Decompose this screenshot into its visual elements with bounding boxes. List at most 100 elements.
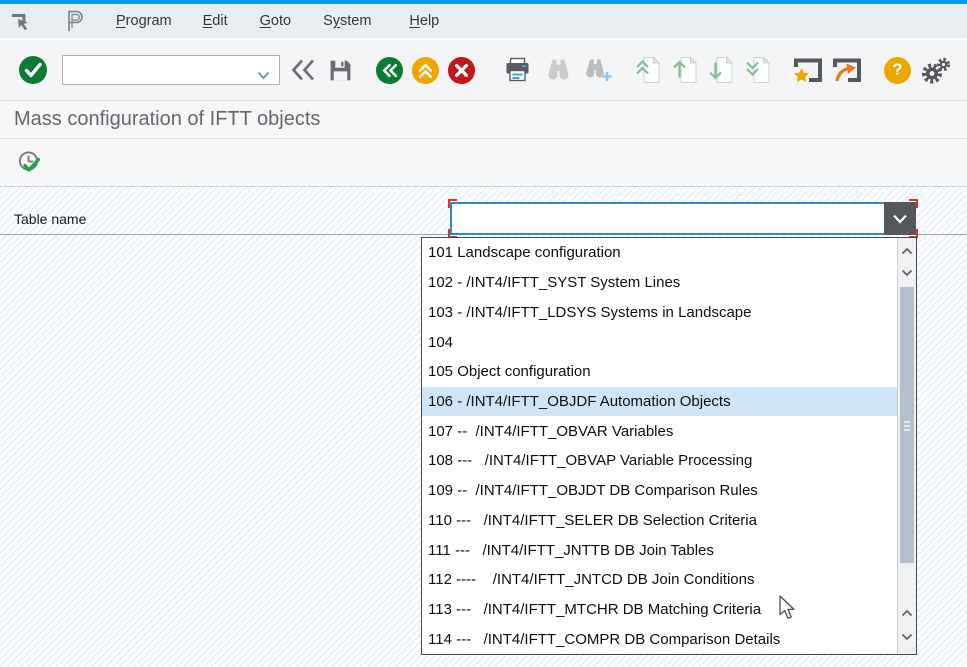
option-label: 103 - /INT4/IFTT_LDSYS Systems in Landsc… — [428, 304, 751, 321]
menu-item-goto[interactable]: Goto — [260, 13, 291, 29]
menu-item-program[interactable]: Program — [116, 13, 172, 29]
new-session-icon — [792, 56, 823, 84]
dropdown-option[interactable]: 111 --- /INT4/IFTT_JNTTB DB Join Tables — [422, 535, 897, 565]
main-content: Table name 101 Landscape configuration 1… — [0, 187, 967, 667]
dropdown-scrollbar[interactable] — [897, 238, 916, 654]
chevron-down-icon[interactable] — [257, 67, 270, 85]
back-button[interactable] — [375, 56, 404, 85]
page-down-icon — [707, 56, 735, 84]
menu-item-system[interactable]: System — [323, 13, 371, 29]
scrollbar-thumb[interactable] — [900, 287, 914, 563]
option-label: 114 --- /INT4/IFTT_COMPR DB Comparison D… — [428, 631, 780, 648]
dropdown-option[interactable]: 114 --- /INT4/IFTT_COMPR DB Comparison D… — [422, 624, 897, 654]
back-icon — [375, 56, 404, 85]
mouse-cursor-icon — [779, 595, 797, 626]
help-button[interactable]: ? — [884, 57, 911, 84]
chevron-down-icon — [901, 633, 913, 641]
menu-access-key: y — [333, 13, 340, 29]
dropdown-option[interactable]: 105 Object configuration — [422, 357, 897, 387]
option-label: 102 - /INT4/IFTT_SYST System Lines — [428, 274, 680, 291]
menu-access-key: G — [260, 13, 271, 29]
dropdown-option[interactable]: 107 -- /INT4/IFTT_OBVAR Variables — [422, 416, 897, 446]
menu-item-edit[interactable]: Edit — [203, 13, 228, 29]
menu-label-part: dit — [212, 13, 227, 29]
dropdown-option[interactable]: 101 Landscape configuration — [422, 238, 897, 268]
scrollbar-grip-icon — [904, 421, 910, 431]
option-label: 112 ---- /INT4/IFTT_JNTCD DB Join Condit… — [428, 571, 754, 588]
option-label: 106 - /INT4/IFTT_OBJDF Automation Object… — [428, 393, 731, 410]
table-name-label: Table name — [14, 202, 86, 235]
scrollbar-up-button[interactable] — [898, 243, 916, 259]
dropdown-option[interactable]: 106 - /INT4/IFTT_OBJDF Automation Object… — [422, 387, 897, 417]
table-name-dropdown-list: 101 Landscape configuration 102 - /INT4/… — [421, 237, 917, 655]
table-name-input[interactable] — [450, 202, 916, 235]
enter-button[interactable] — [18, 55, 48, 85]
collapse-command-button[interactable] — [290, 58, 316, 82]
menu-item-help[interactable]: Help — [409, 13, 439, 29]
save-icon — [328, 58, 353, 83]
execute-icon — [17, 150, 43, 175]
collapse-command-icon — [290, 58, 316, 82]
option-label: 105 Object configuration — [428, 363, 591, 380]
first-page-button[interactable] — [634, 56, 662, 84]
scrollbar-up-button-bottom[interactable] — [898, 605, 916, 621]
option-label: 108 --- /INT4/IFTT_OBVAP Variable Proces… — [428, 452, 752, 469]
session-icon[interactable] — [64, 9, 88, 33]
dropdown-option[interactable]: 102 - /INT4/IFTT_SYST System Lines — [422, 268, 897, 298]
dropdown-option[interactable]: 110 --- /INT4/IFTT_SELER DB Selection Cr… — [422, 505, 897, 535]
dropdown-option[interactable]: 104 — [422, 327, 897, 357]
focus-corner-marker — [909, 199, 918, 208]
standard-toolbar: ? — [0, 40, 967, 101]
focus-corner-marker — [448, 199, 457, 208]
title-bar: Mass configuration of IFTT objects — [0, 101, 967, 139]
menu-access-key: P — [116, 13, 126, 29]
save-button[interactable] — [328, 58, 353, 83]
page-title: Mass configuration of IFTT objects — [14, 108, 320, 131]
print-button[interactable] — [504, 57, 531, 83]
menu-access-key: H — [409, 13, 419, 29]
last-page-icon — [744, 56, 772, 84]
option-label: 104 — [428, 334, 453, 351]
sap-gui-window: Program Edit Goto System Help — [0, 0, 967, 667]
exit-button[interactable] — [411, 56, 440, 85]
command-field[interactable] — [62, 55, 280, 85]
chevron-down-icon — [901, 269, 913, 277]
first-page-icon — [634, 56, 662, 84]
chevron-down-icon — [892, 214, 908, 224]
settings-button[interactable] — [921, 57, 951, 84]
table-name-combobox[interactable] — [450, 202, 916, 235]
page-up-icon — [671, 56, 699, 84]
scrollbar-down-button[interactable] — [898, 265, 916, 281]
menu-access-key: E — [203, 13, 213, 29]
option-label: 101 Landscape configuration — [428, 244, 621, 261]
execute-button[interactable] — [15, 148, 45, 177]
find-button[interactable] — [545, 57, 572, 83]
dropdown-option[interactable]: 109 -- /INT4/IFTT_OBJDT DB Comparison Ru… — [422, 476, 897, 506]
shortcut-icon — [831, 56, 862, 84]
enter-icon — [18, 55, 48, 85]
menu-bar: Program Edit Goto System Help — [0, 4, 967, 40]
application-toolbar — [0, 139, 967, 187]
last-page-button[interactable] — [744, 56, 772, 84]
menu-label-part: elp — [420, 13, 439, 29]
dropdown-option[interactable]: 113 --- /INT4/IFTT_MTCHR DB Matching Cri… — [422, 595, 897, 625]
print-icon — [504, 57, 531, 83]
new-session-button[interactable] — [792, 56, 823, 84]
page-up-button[interactable] — [671, 56, 699, 84]
option-label: 109 -- /INT4/IFTT_OBJDT DB Comparison Ru… — [428, 482, 758, 499]
dropdown-option[interactable]: 103 - /INT4/IFTT_LDSYS Systems in Landsc… — [422, 297, 897, 327]
control-menu-icon — [10, 13, 32, 30]
dropdown-option[interactable]: 108 --- /INT4/IFTT_OBVAP Variable Proces… — [422, 446, 897, 476]
cancel-button[interactable] — [447, 56, 476, 85]
page-down-button[interactable] — [707, 56, 735, 84]
control-menu-icon[interactable] — [10, 13, 34, 30]
find-next-button[interactable] — [584, 57, 614, 83]
cancel-icon — [447, 56, 476, 85]
scrollbar-down-button-bottom[interactable] — [898, 629, 916, 645]
find-icon — [545, 57, 572, 83]
dropdown-option[interactable]: 112 ---- /INT4/IFTT_JNTCD DB Join Condit… — [422, 565, 897, 595]
shortcut-button[interactable] — [831, 56, 862, 84]
command-input[interactable] — [67, 57, 247, 83]
option-label: 110 --- /INT4/IFTT_SELER DB Selection Cr… — [428, 512, 757, 529]
option-label: 107 -- /INT4/IFTT_OBVAR Variables — [428, 423, 673, 440]
